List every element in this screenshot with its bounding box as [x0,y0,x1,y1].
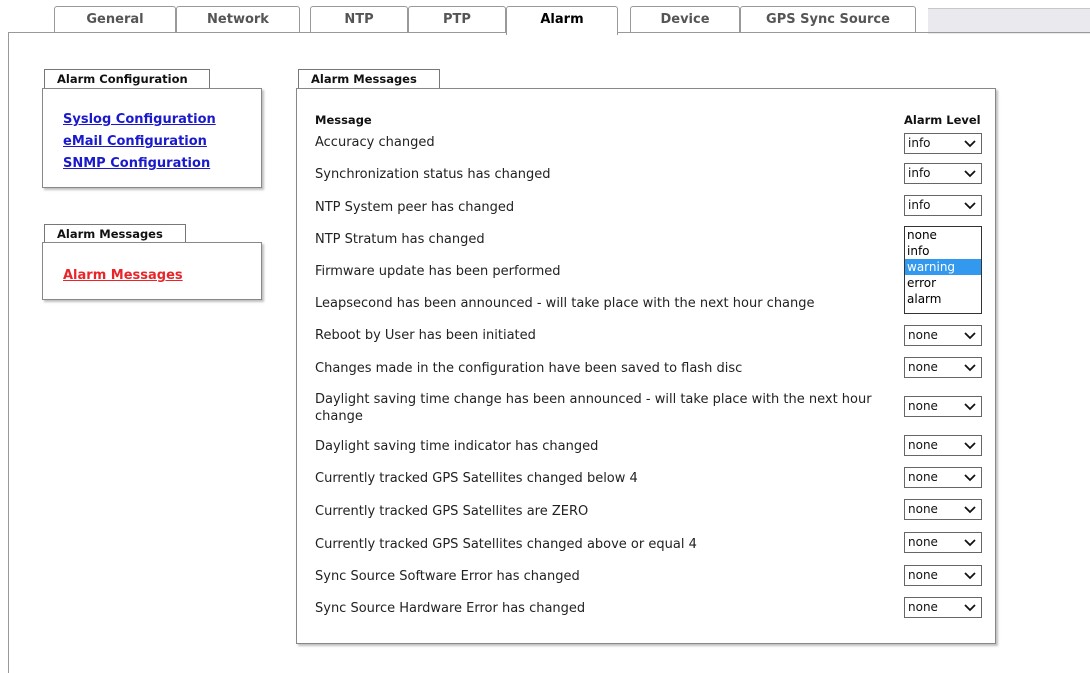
tab-general[interactable]: General [54,6,176,32]
select-value: none [908,470,938,484]
message-row-14: Sync Source Software Error has changed [315,569,580,584]
message-row-3: NTP System peer has changed [315,200,515,215]
alarm-level-select-2[interactable]: info [904,163,982,184]
chevron-down-icon [964,442,976,450]
message-row-10: Daylight saving time indicator has chang… [315,439,599,454]
chevron-down-icon [964,539,976,547]
alarm-level-select-14[interactable]: none [904,565,982,586]
tab-gps-sync-source[interactable]: GPS Sync Source [740,6,916,32]
alarm-level-column-header: Alarm Level [904,113,981,127]
chevron-down-icon [964,403,976,411]
alarm-messages-side-tab: Alarm Messages [44,224,186,244]
message-row-7: Reboot by User has been initiated [315,328,536,343]
message-row-6: Leapsecond has been announced - will tak… [315,296,815,311]
dropdown-option-alarm[interactable]: alarm [905,291,981,307]
dropdown-option-error[interactable]: error [905,275,981,291]
alarm-configuration-tab: Alarm Configuration [44,69,210,89]
select-value: none [908,535,938,549]
message-row-9: Daylight saving time change has been ann… [315,392,872,424]
tab-alarm[interactable]: Alarm [506,6,618,35]
message-row-4: NTP Stratum has changed [315,232,485,247]
alarm-level-select-10[interactable]: none [904,435,982,456]
message-row-12: Currently tracked GPS Satellites are ZER… [315,504,589,519]
chevron-down-icon [964,572,976,580]
tab-bar: General Network NTP PTP Alarm Device GPS… [0,0,1090,35]
dropdown-option-none[interactable]: none [905,227,981,243]
select-value: none [908,568,938,582]
message-row-11: Currently tracked GPS Satellites changed… [315,471,638,486]
alarm-level-select-9[interactable]: none [904,396,982,417]
chevron-down-icon [964,506,976,514]
message-row-8: Changes made in the configuration have b… [315,361,743,376]
tab-network[interactable]: Network [176,6,300,32]
alarm-level-select-8[interactable]: none [904,357,982,378]
chevron-down-icon [964,170,976,178]
alarm-messages-link[interactable]: Alarm Messages [63,268,183,283]
message-row-13: Currently tracked GPS Satellites changed… [315,537,697,552]
select-value: none [908,600,938,614]
alarm-messages-main-tab: Alarm Messages [298,69,440,89]
dropdown-option-info[interactable]: info [905,243,981,259]
chevron-down-icon [964,140,976,148]
select-value: info [908,136,931,150]
alarm-level-select-7[interactable]: none [904,325,982,346]
chevron-down-icon [964,474,976,482]
message-row-15: Sync Source Hardware Error has changed [315,601,586,616]
email-configuration-link[interactable]: eMail Configuration [63,134,207,149]
message-row-1: Accuracy changed [315,135,435,150]
tab-device[interactable]: Device [630,6,740,32]
alarm-level-select-13[interactable]: none [904,532,982,553]
tab-alarm-label: Alarm [540,12,584,27]
alarm-level-select-1[interactable]: info [904,133,982,154]
dropdown-option-warning[interactable]: warning [905,259,981,275]
select-value: info [908,166,931,180]
message-row-5: Firmware update has been performed [315,264,561,279]
alarm-level-select-12[interactable]: none [904,499,982,520]
tab-bar-strip [928,8,1090,34]
tab-ptp[interactable]: PTP [408,6,506,32]
select-value: none [908,438,938,452]
chevron-down-icon [964,202,976,210]
alarm-level-select-15[interactable]: none [904,597,982,618]
select-value: none [908,328,938,342]
select-value: none [908,360,938,374]
select-value: none [908,399,938,413]
alarm-level-select-11[interactable]: none [904,467,982,488]
select-value: info [908,198,931,212]
alarm-level-dropdown-list[interactable]: none info warning error alarm [904,226,982,314]
chevron-down-icon [964,332,976,340]
tab-ntp[interactable]: NTP [310,6,408,32]
chevron-down-icon [964,364,976,372]
alarm-level-select-3[interactable]: info [904,195,982,216]
chevron-down-icon [964,604,976,612]
select-value: none [908,502,938,516]
message-row-2: Synchronization status has changed [315,167,551,182]
syslog-configuration-link[interactable]: Syslog Configuration [63,112,216,127]
snmp-configuration-link[interactable]: SNMP Configuration [63,156,210,171]
message-column-header: Message [315,113,372,127]
